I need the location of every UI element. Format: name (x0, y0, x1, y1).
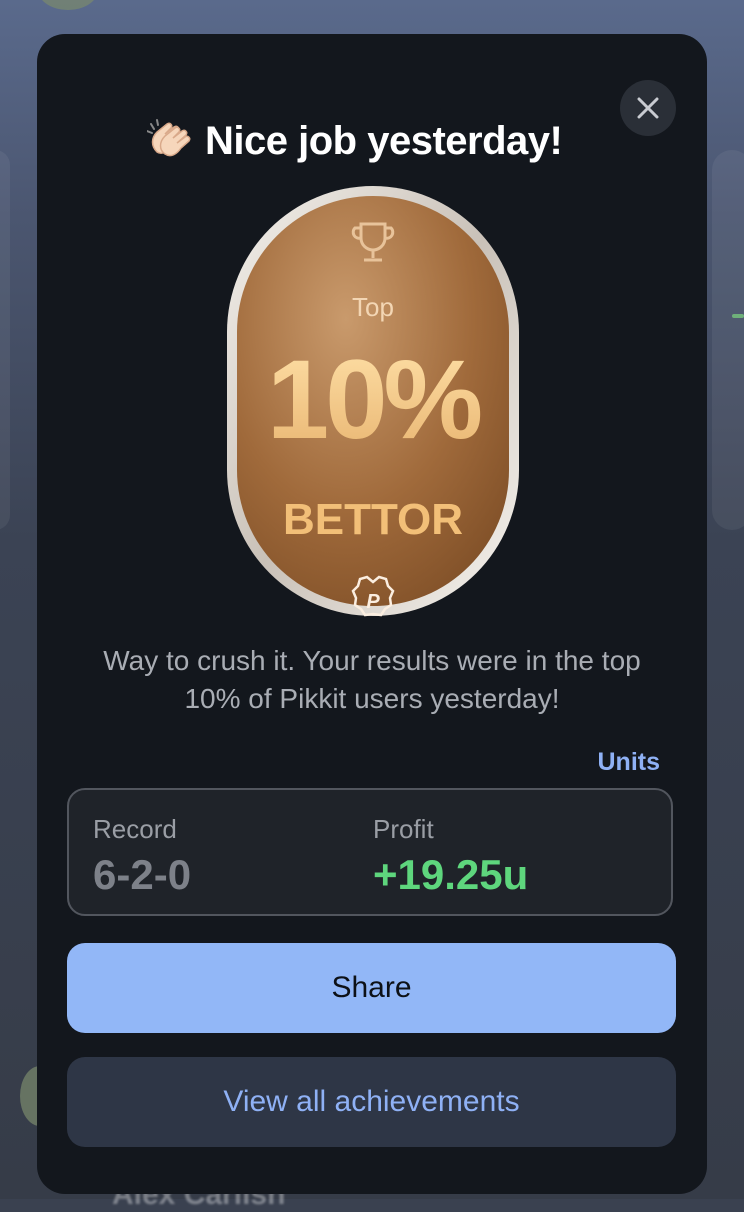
clapping-hands-icon (146, 118, 193, 158)
badge-top-label: Top (352, 292, 394, 322)
modal-title: Nice job yesterday! (146, 118, 647, 164)
badge-logo-letter: P (366, 591, 380, 613)
profit-label: Profit (373, 814, 434, 844)
record-label: Record (93, 814, 177, 844)
background-card (712, 150, 744, 530)
modal-title-text: Nice job yesterday! (205, 119, 563, 163)
background-avatar (38, 0, 98, 10)
record-value: 6-2-0 (93, 851, 192, 898)
profit-stat: Profit +19.25u (373, 814, 528, 899)
profit-value: +19.25u (373, 851, 529, 898)
badge-subtitle: BETTOR (283, 495, 463, 544)
record-stat: Record 6-2-0 (93, 814, 191, 899)
share-button[interactable]: Share (67, 943, 676, 1033)
top-bettor-badge: Top 10% BETTOR P (225, 184, 521, 618)
background-chart-line (732, 314, 744, 318)
close-button[interactable] (620, 80, 676, 136)
badge-percent: 10% (267, 337, 481, 462)
units-toggle[interactable]: Units (598, 748, 661, 777)
background-card (0, 150, 10, 530)
view-all-achievements-button[interactable]: View all achievements (67, 1057, 676, 1147)
achievement-modal: Nice job yesterday! Top 10% BETTOR P Way… (37, 34, 707, 1194)
close-icon (637, 97, 659, 119)
achievement-description: Way to crush it. Your results were in th… (103, 645, 641, 714)
stats-card: Record 6-2-0 Profit +19.25u (67, 788, 673, 916)
